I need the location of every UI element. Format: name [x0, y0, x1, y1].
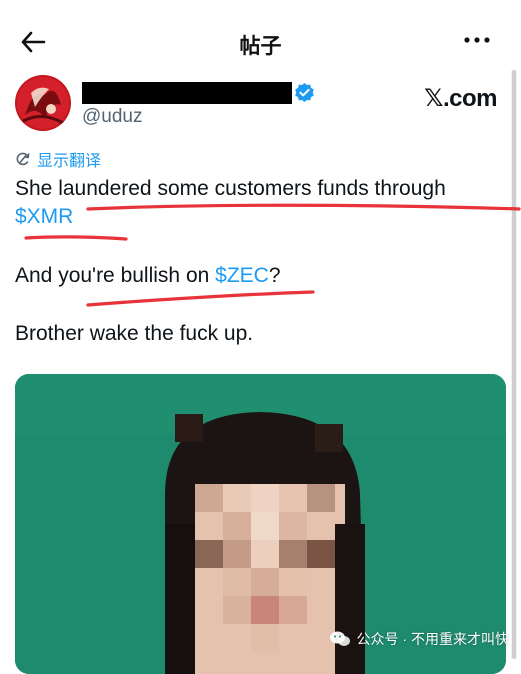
tweet-line-1: She laundered some customers funds throu… — [15, 177, 446, 200]
watermark: 公众号 · 不用重来才叫快 — [329, 629, 509, 649]
annotation-underline-2 — [24, 235, 128, 241]
tweet-line-2: And you're bullish on $ZEC? — [15, 264, 281, 288]
xmr-cashtag-link[interactable]: $XMR — [15, 205, 73, 228]
annotation-underline-3 — [86, 290, 315, 307]
tweet-line-1-tag-row: $XMR — [15, 205, 73, 229]
scrollbar[interactable] — [511, 70, 517, 659]
page-title: 帖子 — [239, 35, 282, 58]
show-translation-link[interactable]: 显示翻译 — [15, 148, 101, 170]
show-translation-label: 显示翻译 — [37, 153, 102, 170]
x-com-logo: 𝕏.com — [424, 85, 497, 112]
redacted-display-name — [82, 82, 292, 104]
watermark-text: 公众号 · 不用重来才叫快 — [356, 631, 509, 647]
tweet-line-2-suffix: ? — [268, 264, 281, 287]
avatar[interactable] — [15, 75, 71, 131]
translate-icon — [16, 152, 30, 166]
scrollbar-thumb[interactable] — [512, 70, 516, 659]
tweet-line-3: Brother wake the fuck up. — [15, 322, 254, 345]
user-handle[interactable]: @uduz — [82, 106, 143, 128]
tweet-line-2-prefix: And you're bullish on — [15, 264, 216, 287]
more-options-icon[interactable] — [463, 30, 491, 50]
annotation-underline-1 — [86, 203, 521, 211]
wechat-icon — [329, 631, 350, 646]
top-bar: 帖子 — [0, 0, 521, 78]
verified-badge-icon — [295, 82, 314, 103]
zec-cashtag-link[interactable]: $ZEC — [215, 264, 269, 287]
